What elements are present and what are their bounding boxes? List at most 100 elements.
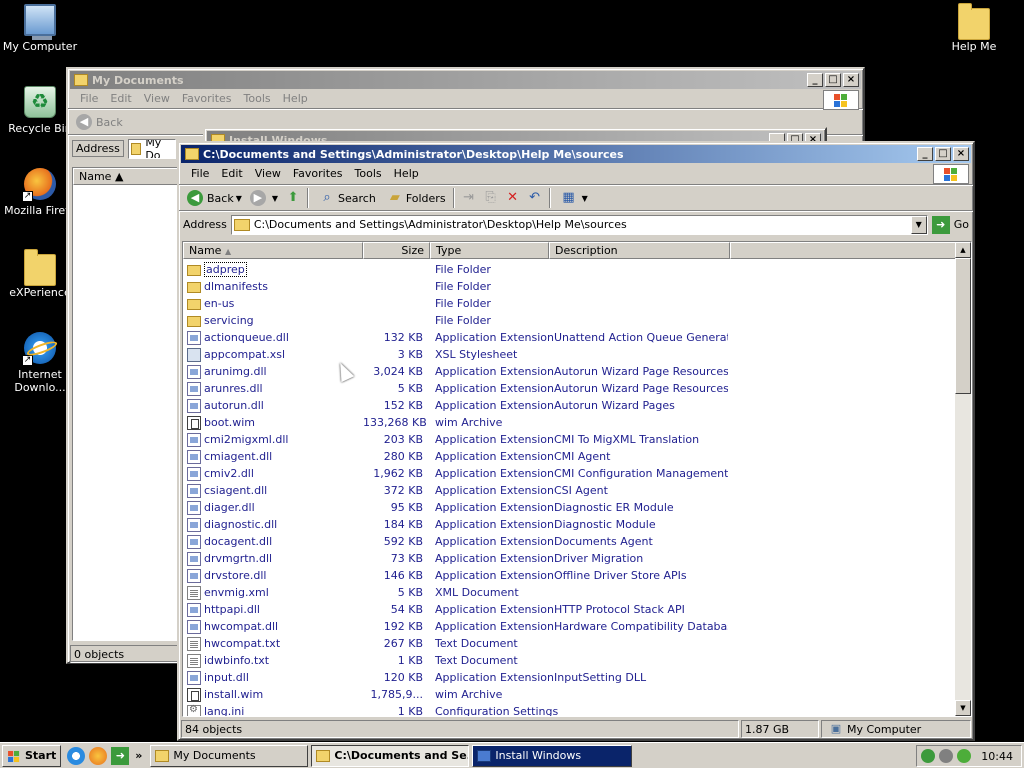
close-button[interactable]: × [953,147,969,161]
address-input[interactable]: C:\Documents and Settings\Administrator\… [230,214,928,235]
explorer-titlebar[interactable]: C:\Documents and Settings\Administrator\… [181,145,971,163]
file-name-cell: hwcompat.txt [183,636,363,651]
file-row[interactable]: cmiagent.dll 280 KB Application Extension C… [183,448,728,465]
column-name-header[interactable]: Name ▲ [183,242,363,259]
task-install-windows[interactable]: Install Windows [472,744,633,767]
desktop-icon-help-me[interactable]: Help Me [934,3,1014,53]
close-button[interactable]: × [843,73,859,87]
file-row[interactable]: boot.wim 133,268 KB wim Archive [183,414,728,431]
menu-view[interactable]: View [249,167,287,180]
clock[interactable]: 10:44 [981,750,1013,763]
task-explorer-sources[interactable]: C:\Documents and Se... [311,744,470,767]
file-row[interactable]: autorun.dll 152 KB Application Extension Au… [183,397,728,414]
my-documents-titlebar[interactable]: My Documents _ □ × [70,71,861,89]
file-row[interactable]: arunres.dll 5 KB Application Extension Auto… [183,380,728,397]
file-row[interactable]: envmig.xml 5 KB XML Document [183,584,728,601]
scroll-up-button[interactable]: ▲ [955,242,971,258]
undo-icon[interactable]: ↶ [527,190,543,206]
move-to-icon[interactable]: ⇥ [461,190,477,206]
file-row[interactable]: servicing File Folder [183,312,728,329]
file-type: Application Extension [435,518,554,531]
dll-file-icon [187,330,201,345]
file-list[interactable]: Name ▲ Size Type Description adprep File … [182,241,972,717]
forward-button[interactable]: ▶ ▼ [246,187,282,209]
vertical-scrollbar[interactable]: ▲ ▼ [955,242,971,716]
file-row[interactable]: drvstore.dll 146 KB Application Extension O… [183,567,728,584]
maximize-button[interactable]: □ [935,147,951,161]
file-row[interactable]: adprep File Folder [183,261,728,278]
file-row[interactable]: cmi2migxml.dll 203 KB Application Extensio… [183,431,728,448]
tray-app-icon[interactable] [939,749,954,763]
file-row[interactable]: hwcompat.txt 267 KB Text Document [183,635,728,652]
file-type: Application Extension [435,450,554,463]
folders-button[interactable]: ▰ Folders [380,187,450,209]
scroll-down-button[interactable]: ▼ [955,700,971,716]
file-row[interactable]: httpapi.dll 54 KB Application Extension HTT… [183,601,728,618]
file-row[interactable]: lang.ini 1 KB Configuration Settings [183,703,728,716]
file-row[interactable]: en-us File Folder [183,295,728,312]
dll-file-icon [187,398,201,413]
file-size: 592 KB [383,535,423,548]
menu-tools[interactable]: Tools [238,92,277,105]
menu-favorites[interactable]: Favorites [287,167,349,180]
minimize-button[interactable]: _ [917,147,933,161]
file-row[interactable]: arunimg.dll 3,024 KB Application Extension… [183,363,728,380]
internet-explorer-icon[interactable] [67,746,86,765]
column-type-header[interactable]: Type [430,242,549,259]
menu-help[interactable]: Help [277,92,314,105]
scroll-thumb[interactable] [955,258,971,394]
file-type: Text Document [435,654,518,667]
file-row[interactable]: hwcompat.dll 192 KB Application Extension H… [183,618,728,635]
file-row[interactable]: input.dll 120 KB Application Extension Inpu… [183,669,728,686]
delete-icon[interactable]: ✕ [505,190,521,206]
go-button[interactable]: ➜ Go [931,215,969,234]
start-button[interactable]: Start [2,744,62,767]
menu-file[interactable]: File [74,92,104,105]
file-row[interactable]: csiagent.dll 372 KB Application Extension C… [183,482,728,499]
search-button[interactable]: ⌕ Search [312,187,380,209]
show-desktop-icon[interactable]: ➜ [111,746,130,765]
copy-to-icon[interactable]: ⎘ [483,190,499,206]
file-name: en-us [204,297,235,310]
file-row[interactable]: diagnostic.dll 184 KB Application Extensio… [183,516,728,533]
file-row[interactable]: dlmanifests File Folder [183,278,728,295]
column-name-header[interactable]: Name ▲ [73,168,179,185]
status-location: ▣ My Computer [821,720,971,738]
menu-edit[interactable]: Edit [104,92,137,105]
file-row[interactable]: diager.dll 95 KB Application Extension Diag… [183,499,728,516]
column-description-header[interactable]: Description [549,242,730,259]
back-button[interactable]: ◀ Back ▼ [183,187,246,209]
file-row[interactable]: drvmgrtn.dll 73 KB Application Extension Dr… [183,550,728,567]
menu-help[interactable]: Help [388,167,425,180]
menu-tools[interactable]: Tools [349,167,388,180]
quick-launch-more-button[interactable]: » [135,749,142,762]
explorer-window[interactable]: C:\Documents and Settings\Administrator\… [177,141,975,741]
my-documents-list[interactable]: Name ▲ [72,167,180,641]
views-button[interactable]: ▦ ▼ [554,187,592,209]
folder-file-icon [187,265,201,276]
file-row[interactable]: appcompat.xsl 3 KB XSL Stylesheet [183,346,728,363]
file-row[interactable]: docagent.dll 592 KB Application Extension D… [183,533,728,550]
menu-edit[interactable]: Edit [215,167,248,180]
address-dropdown-button[interactable]: ▼ [910,215,927,234]
task-my-documents[interactable]: My Documents [150,744,309,767]
minimize-button[interactable]: _ [807,73,823,87]
file-row[interactable]: idwbinfo.txt 1 KB Text Document [183,652,728,669]
back-button[interactable]: ◀ Back [72,111,127,133]
column-size-header[interactable]: Size [363,242,430,259]
maximize-button[interactable]: □ [825,73,841,87]
address-input[interactable]: My Do [127,138,176,159]
menu-view[interactable]: View [138,92,176,105]
file-row[interactable]: install.wim 1,785,9... wim Archive [183,686,728,703]
file-row[interactable]: actionqueue.dll 132 KB Application Extensi… [183,329,728,346]
menu-favorites[interactable]: Favorites [176,92,238,105]
file-type: Application Extension [435,535,554,548]
browser-icon[interactable] [89,746,108,765]
desktop-icon-my-computer[interactable]: My Computer [0,4,80,53]
file-row[interactable]: cmiv2.dll 1,962 KB Application Extension CM… [183,465,728,482]
menu-file[interactable]: File [185,167,215,180]
dll-file-icon [187,619,201,634]
safely-remove-icon[interactable] [957,749,972,763]
up-folder-icon[interactable]: ⬆ [285,190,301,206]
network-icon[interactable] [921,749,936,763]
